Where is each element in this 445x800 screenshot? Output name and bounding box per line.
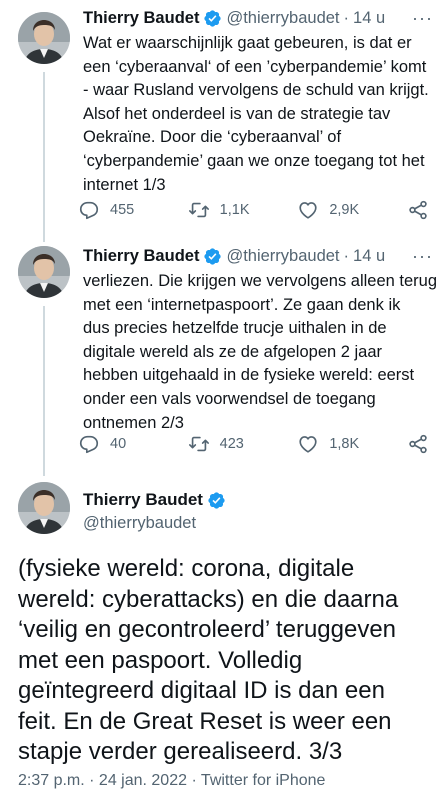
main-tweet-text-line: wereld: cyberattacks) en die daarna xyxy=(18,585,399,613)
reply-icon xyxy=(78,433,100,455)
separator: · xyxy=(343,8,350,27)
share-icon xyxy=(407,199,429,221)
retweet-button[interactable]: 423 xyxy=(188,433,298,455)
tweet-text-line: Wat er waarschijnlijk gaat gebeuren, is … xyxy=(83,34,412,52)
more-icon[interactable]: ··· xyxy=(412,8,433,29)
tweet-text-line: dus precies hetzelfde trucje uithalen in… xyxy=(83,319,387,338)
tweet-header: Thierry Baudet @thierrybaudet · 14 u xyxy=(83,6,433,30)
main-author-name-row: Thierry Baudet xyxy=(83,490,230,510)
verified-badge-icon xyxy=(207,491,226,510)
tweet-text-line: een ‘cyberaanval‘ of een ’cyberpandemie’… xyxy=(83,57,427,76)
tweet-header: Thierry Baudet @thierrybaudet · 14 u xyxy=(83,244,433,268)
tweet-text-line: Alsof het onderdeel is van de strategie … xyxy=(83,104,391,123)
reply-button[interactable]: 455 xyxy=(78,199,188,221)
main-tweet-text-line: met een paspoort. Volledig xyxy=(18,646,303,674)
like-count: 2,9K xyxy=(329,202,360,218)
author-handle[interactable]: @thierrybaudet xyxy=(226,247,339,266)
tweet-text-line: hebben uitgehaald in de fysieke wereld: … xyxy=(83,366,415,385)
author-handle[interactable]: @thierrybaudet xyxy=(226,9,339,28)
share-button[interactable] xyxy=(407,199,429,221)
author-name[interactable]: Thierry Baudet xyxy=(83,9,199,28)
like-icon xyxy=(297,433,319,455)
main-author-handle[interactable]: @thierrybaudet xyxy=(83,514,196,533)
tweet-text-line: digitale wereld als ze de afgelopen 2 ja… xyxy=(83,342,383,361)
retweet-button[interactable]: 1,1K xyxy=(188,199,298,221)
avatar[interactable] xyxy=(18,246,70,298)
reply-button[interactable]: 40 xyxy=(78,433,188,455)
like-button[interactable]: 1,8K xyxy=(297,433,407,455)
tweet-time[interactable]: 14 u xyxy=(353,9,385,28)
like-icon xyxy=(297,199,319,221)
main-tweet-text-line: (fysieke wereld: corona, digitale xyxy=(18,555,355,582)
tweet-time[interactable]: 14 u xyxy=(353,247,385,266)
main-tweet-text-line: feit. En de Great Reset is weer een xyxy=(18,707,392,735)
tweet-text-line: - waar Rusland vervolgens de schuld van … xyxy=(83,81,429,100)
separator: · xyxy=(343,246,350,265)
tweet-2[interactable]: Thierry Baudet @thierrybaudet · 14 u ···… xyxy=(0,234,445,474)
reply-icon xyxy=(78,199,100,221)
retweet-count: 423 xyxy=(219,436,244,452)
main-avatar[interactable] xyxy=(18,482,70,534)
tweet-text-line: met een ‘internetpaspoort’. Ze gaan denk… xyxy=(83,295,401,314)
tweet-1[interactable]: Thierry Baudet @thierrybaudet · 14 u ···… xyxy=(0,0,445,240)
tweet-actions: 40 423 1,8K xyxy=(78,432,429,456)
author-name[interactable]: Thierry Baudet xyxy=(83,247,199,266)
retweet-icon xyxy=(188,433,210,455)
tweet-text: verliezen. Die krijgen we vervolgens all… xyxy=(83,270,437,435)
reply-count: 40 xyxy=(110,436,127,452)
reply-count: 455 xyxy=(110,202,135,218)
share-button[interactable] xyxy=(407,433,429,455)
tweet-text-line: internet 1/3 xyxy=(83,175,166,194)
main-tweet-text-line: geïntegreerd digitaal ID is dan een xyxy=(18,677,385,704)
verified-badge-icon xyxy=(203,247,222,266)
retweet-count: 1,1K xyxy=(219,202,250,218)
tweet-text-line: Oekraïne. Door die ‘cyberaanval’ of xyxy=(83,128,342,147)
tweet-text-line: onder een vals voorwendsel de toegang xyxy=(83,389,376,408)
main-author-name[interactable]: Thierry Baudet xyxy=(83,490,203,510)
tweet-actions: 455 1,1K 2,9K xyxy=(78,198,429,222)
main-tweet-text-line: stapje verder gerealiseerd. 3/3 xyxy=(18,738,343,765)
more-icon[interactable]: ··· xyxy=(412,246,433,267)
avatar[interactable] xyxy=(18,12,70,64)
share-icon xyxy=(407,433,429,455)
main-tweet-text-line: ‘veilig en gecontroleerd’ teruggeven xyxy=(18,616,397,643)
verified-badge-icon xyxy=(203,9,222,28)
main-tweet-text: (fysieke wereld: corona, digitale wereld… xyxy=(18,554,438,768)
tweet-text-line: verliezen. Die krijgen we vervolgens all… xyxy=(83,272,438,290)
like-button[interactable]: 2,9K xyxy=(297,199,407,221)
tweet-text-line: ‘cyberpandemie’ gaan we onze toegang tot… xyxy=(83,151,425,170)
like-count: 1,8K xyxy=(329,436,360,452)
retweet-icon xyxy=(188,199,210,221)
tweet-timestamp-source[interactable]: 2:37 p.m. · 24 jan. 2022 · Twitter for i… xyxy=(18,772,325,790)
tweet-text: Wat er waarschijnlijk gaat gebeuren, is … xyxy=(83,32,437,197)
